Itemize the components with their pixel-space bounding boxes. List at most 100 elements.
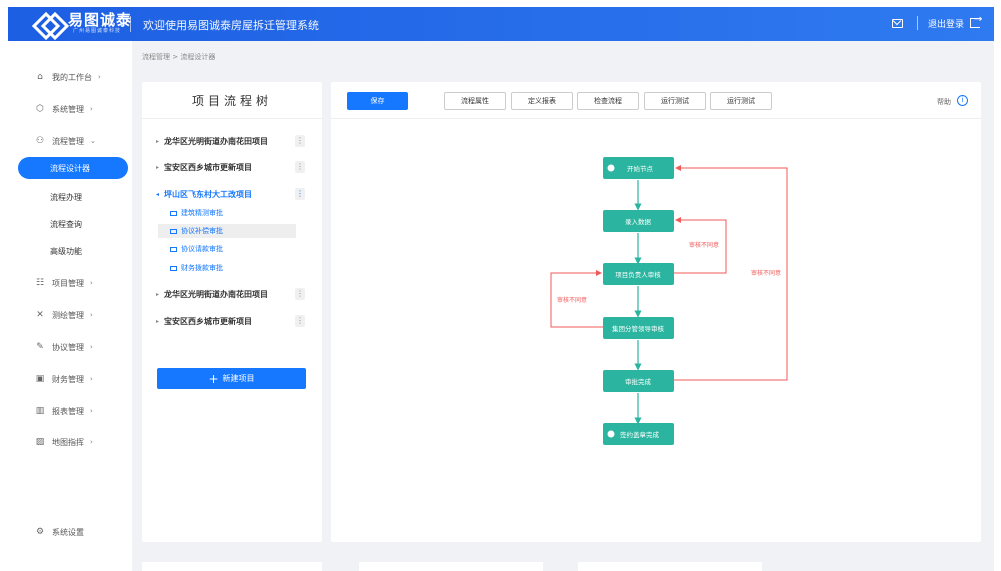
sidebar-item-handle[interactable]: 流程办理 (50, 192, 82, 203)
logo-icon (34, 14, 62, 34)
leaf-label: 财务拨款审批 (181, 264, 223, 272)
breadcrumb: 流程管理 > 流程设计器 (142, 53, 216, 61)
tree-project[interactable]: ▸ 宝安区西乡城市更新项目 (156, 316, 252, 327)
flow-node[interactable]: 集团分管领导审核 (603, 317, 674, 339)
tree-leaf-selected[interactable]: 协议补偿审批 (170, 226, 223, 236)
sidebar-item-label: 系统管理 (52, 104, 84, 114)
chevron-right-icon: › (90, 343, 93, 351)
tree-project[interactable]: ▸ 龙华区光明街道办南花田项目 (156, 289, 268, 300)
sidebar-item-report[interactable]: ▥ 报表管理 › (8, 400, 132, 422)
node-label: 签约盖章完成 (620, 430, 660, 439)
flow-node[interactable]: 审批完成 (603, 370, 674, 392)
info-icon[interactable]: i (957, 95, 968, 106)
sidebar-item-system[interactable]: ⬡ 系统管理 › (8, 98, 132, 120)
logo: 易图诚泰 广州易图诚泰科技 (34, 11, 133, 35)
process-icon (170, 228, 177, 234)
tree-leaf[interactable]: 协议请款审批 (170, 244, 223, 254)
chevron-down-icon: ⌄ (90, 137, 96, 145)
sidebar-item-designer[interactable]: 流程设计器 (18, 157, 128, 179)
save-button[interactable]: 保存 (347, 92, 408, 110)
more-icon[interactable]: ⋮ (295, 135, 305, 147)
caret-right-icon: ▸ (156, 164, 160, 171)
chevron-right-icon: › (98, 73, 101, 81)
sidebar-item-label: 报表管理 (52, 406, 84, 416)
more-icon[interactable]: ⋮ (295, 188, 305, 200)
chevron-right-icon: › (90, 407, 93, 415)
new-project-button[interactable]: + 新建项目 (157, 368, 306, 389)
chevron-right-icon: › (90, 311, 93, 319)
tree-leaf[interactable]: 建筑精测审批 (170, 208, 223, 218)
sidebar-item-process[interactable]: ⚇ 流程管理 ⌄ (8, 130, 132, 152)
sidebar-item-label: 我的工作台 (52, 72, 92, 82)
caret-right-icon: ▸ (156, 291, 160, 298)
sidebar-item-label: 项目管理 (52, 278, 84, 288)
image-icon: ▨ (35, 437, 45, 447)
bottom-card (142, 562, 322, 571)
flow-properties-button[interactable]: 流程属性 (444, 92, 506, 110)
project-label: 坪山区飞东村大工改项目 (164, 190, 253, 199)
project-tree-panel: 项目流程树 ▸ 龙华区光明街道办南花田项目 ⋮ ▸ 宝安区西乡城市更新项目 ⋮ … (142, 82, 322, 542)
flow-node[interactable]: 项目负责人审核 (603, 263, 674, 285)
flow-node[interactable]: 录入数据 (603, 210, 674, 232)
mail-icon[interactable] (891, 18, 903, 28)
run-test-button-2[interactable]: 运行测试 (710, 92, 772, 110)
node-label: 审批完成 (625, 377, 652, 386)
header-divider (130, 16, 131, 32)
caret-down-icon: ◂ (156, 191, 160, 198)
plus-icon: + (208, 371, 219, 386)
node-label: 录入数据 (625, 217, 652, 226)
project-label: 宝安区西乡城市更新项目 (164, 163, 253, 172)
sidebar-item-project[interactable]: ☷ 项目管理 › (8, 272, 132, 294)
node-label: 集团分管领导审核 (612, 324, 665, 333)
logout-link[interactable]: 退出登录 (928, 17, 964, 30)
sidebar-item-survey[interactable]: ✕ 测绘管理 › (8, 304, 132, 326)
logo-text: 易图诚泰 (68, 11, 133, 29)
flow-icon: ⚇ (35, 136, 45, 146)
tree-project-expanded[interactable]: ◂ 坪山区飞东村大工改项目 (156, 189, 252, 200)
sidebar-item-settings[interactable]: ⚙ 系统设置 (8, 521, 132, 543)
list-icon: ☷ (35, 278, 45, 288)
flow-node-start[interactable]: 开始节点 (603, 157, 674, 179)
sidebar-item-query[interactable]: 流程查询 (50, 219, 82, 230)
reject-label: 审核不同意 (557, 296, 587, 304)
node-label: 项目负责人审核 (615, 270, 661, 279)
sidebar-item-advanced[interactable]: 高级功能 (50, 246, 82, 257)
sidebar: ⌂ 我的工作台 › ⬡ 系统管理 › ⚇ 流程管理 ⌄ 流程设计器 流程办理 流… (8, 41, 132, 571)
sidebar-item-finance[interactable]: ▣ 财务管理 › (8, 368, 132, 390)
flow-node-end[interactable]: 签约盖章完成 (603, 423, 674, 445)
sidebar-item-label: 财务管理 (52, 374, 84, 384)
logout-icon[interactable] (970, 14, 982, 28)
chevron-right-icon: › (90, 279, 93, 287)
flow-diagram[interactable]: 审核不同意 审核不同意 审核不同意 开始节点 录入数据 项目负责人审核 集团分管… (331, 122, 981, 542)
sidebar-item-workbench[interactable]: ⌂ 我的工作台 › (8, 66, 132, 88)
help-link[interactable]: 帮助 (937, 97, 951, 107)
tree-project[interactable]: ▸ 龙华区光明街道办南花田项目 (156, 136, 268, 147)
chevron-right-icon: › (90, 438, 93, 446)
process-icon (170, 210, 177, 216)
chevron-right-icon: › (90, 375, 93, 383)
caret-right-icon: ▸ (156, 318, 160, 325)
tree-leaf[interactable]: 财务拨款审批 (170, 263, 223, 273)
home-icon: ⌂ (37, 72, 43, 82)
chevron-right-icon: › (90, 105, 93, 113)
project-label: 龙华区光明街道办南花田项目 (164, 290, 269, 299)
run-test-button[interactable]: 运行测试 (644, 92, 706, 110)
top-bar: 易图诚泰 广州易图诚泰科技 欢迎使用易图诚泰房屋拆迁管理系统 退出登录 (8, 7, 994, 41)
flow-designer-panel: 保存 流程属性 定义报表 检查流程 运行测试 运行测试 帮助 i 审核不同意 审… (331, 82, 981, 542)
check-flow-button[interactable]: 检查流程 (577, 92, 639, 110)
more-icon[interactable]: ⋮ (295, 288, 305, 300)
leaf-label: 建筑精测审批 (181, 209, 223, 217)
tools-icon: ✕ (36, 310, 44, 320)
gear-icon: ⚙ (35, 527, 45, 537)
tree-project[interactable]: ▸ 宝安区西乡城市更新项目 (156, 162, 252, 173)
agreement-icon: ✎ (36, 342, 44, 352)
sidebar-item-agreement[interactable]: ✎ 协议管理 › (8, 336, 132, 358)
caret-right-icon: ▸ (156, 138, 160, 145)
more-icon[interactable]: ⋮ (295, 315, 305, 327)
more-icon[interactable]: ⋮ (295, 161, 305, 173)
define-report-button[interactable]: 定义报表 (511, 92, 573, 110)
header-separator (916, 16, 918, 30)
node-label: 开始节点 (627, 164, 654, 173)
sidebar-item-map[interactable]: ▨ 地图指挥 › (8, 431, 132, 453)
reject-label: 审核不同意 (689, 241, 719, 249)
